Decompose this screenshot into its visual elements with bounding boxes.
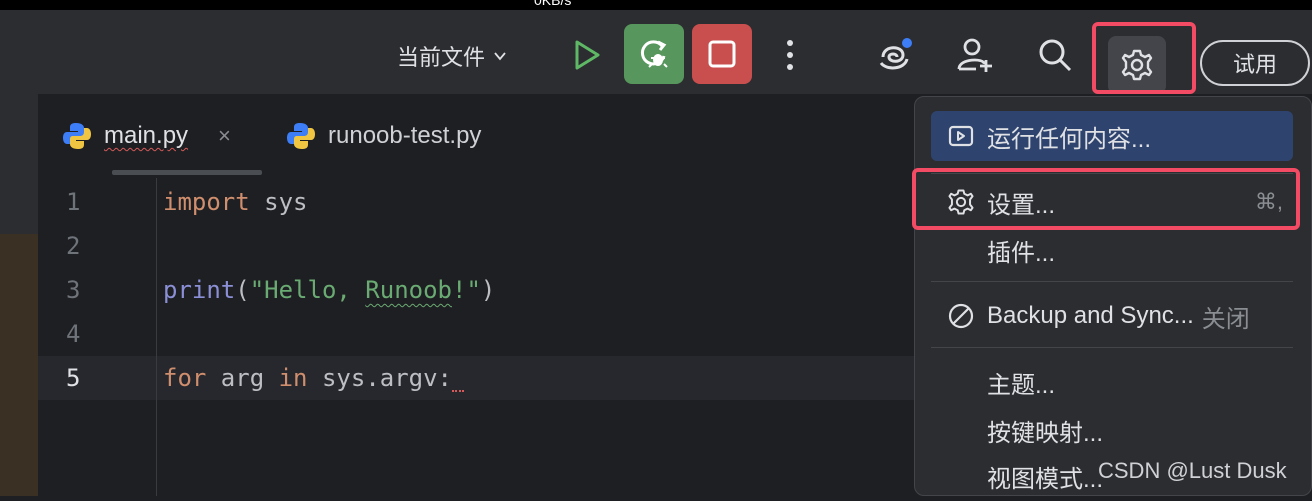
menu-item-plugins[interactable]: 插件... (931, 225, 1293, 275)
code-token: in (278, 364, 308, 392)
stop-icon (708, 40, 736, 68)
chevron-down-icon (494, 52, 506, 61)
code-text: import sys (163, 180, 308, 224)
code-token: print (163, 276, 236, 304)
error-squiggle (452, 390, 465, 392)
network-rate: 0KB/s (534, 0, 572, 8)
tab-label: main.py (104, 122, 189, 149)
code-token: "Hello, (249, 276, 366, 304)
try-button[interactable]: 试用 (1200, 40, 1310, 86)
stop-button[interactable] (692, 24, 752, 84)
menu-item-label: 插件... (987, 239, 1056, 267)
menu-item-backup-sync[interactable]: Backup and Sync... 关闭 (931, 291, 1293, 341)
code-token: sys (249, 188, 308, 216)
more-vertical-icon (787, 40, 793, 70)
code-token: ) (480, 276, 496, 304)
code-token: !" (452, 276, 481, 304)
code-text: print("Hello, Runoob!") (163, 268, 495, 312)
code-text: for arg in sys.argv: (163, 356, 465, 400)
run-button[interactable] (566, 34, 608, 76)
menu-item-label: 运行任何内容... (987, 125, 1152, 153)
gutter-separator (156, 178, 157, 496)
backup-sync-state: 关闭 (1201, 305, 1250, 333)
menu-item-label: 视图模式... (987, 465, 1104, 493)
more-actions-button[interactable] (772, 34, 808, 76)
left-tool-strip-lower (0, 234, 38, 496)
menu-item-label: Backup and Sync... (987, 302, 1194, 329)
tab-runoob-test-py[interactable]: runoob-test.py (286, 94, 481, 178)
menu-item-run-anything[interactable]: 运行任何内容... (931, 111, 1293, 161)
tab-main-py[interactable]: main.py × (62, 94, 231, 178)
search-icon (1039, 39, 1072, 72)
menu-divider (931, 347, 1293, 348)
search-everywhere-button[interactable] (1032, 32, 1078, 78)
watermark: CSDN @Lust Dusk (1098, 458, 1287, 483)
macos-menubar-strip: 0KB/s (0, 0, 1312, 10)
menu-item-label: 按键映射... (987, 419, 1104, 447)
run-config-label: 当前文件 (397, 45, 486, 70)
code-token: ( (235, 276, 250, 304)
settings-item-highlight-annotation (912, 168, 1300, 230)
run-configuration-selector[interactable]: 当前文件 (397, 40, 507, 72)
left-tool-strip (0, 94, 38, 234)
code-token: Runoob (365, 276, 452, 304)
menu-item-label: 主题... (987, 371, 1056, 399)
code-token: for (163, 364, 207, 392)
disabled-icon (948, 303, 974, 329)
settings-dropdown-menu: 运行任何内容... 设置... ⌘, 插件... Backup and Sync… (914, 96, 1312, 496)
menu-item-theme[interactable]: 主题... (931, 357, 1293, 407)
code-token: sys.argv: (307, 364, 453, 392)
python-file-icon (63, 123, 91, 149)
code-token: arg (206, 364, 279, 392)
line-number: 2 (66, 232, 81, 260)
menu-divider (931, 281, 1293, 282)
ai-assistant-icon (879, 38, 912, 70)
code-token: import (163, 188, 250, 216)
active-tab-indicator (112, 170, 262, 175)
play-icon (575, 40, 600, 70)
line-number: 1 (66, 188, 81, 216)
add-user-icon (957, 38, 992, 72)
line-number: 4 (66, 320, 81, 348)
ai-assistant-button[interactable] (872, 32, 918, 78)
python-file-icon (287, 123, 315, 149)
line-number: 3 (66, 276, 81, 304)
menu-item-keymap[interactable]: 按键映射... (931, 405, 1293, 455)
settings-highlight-annotation (1092, 22, 1196, 94)
close-icon[interactable]: × (218, 123, 231, 149)
add-collaborator-button[interactable] (952, 32, 998, 78)
rerun-debug-button[interactable] (624, 24, 684, 84)
rerun-debug-icon (640, 40, 668, 68)
run-anything-icon (948, 125, 974, 147)
line-number: 5 (66, 364, 81, 392)
tab-label: runoob-test.py (328, 122, 482, 149)
